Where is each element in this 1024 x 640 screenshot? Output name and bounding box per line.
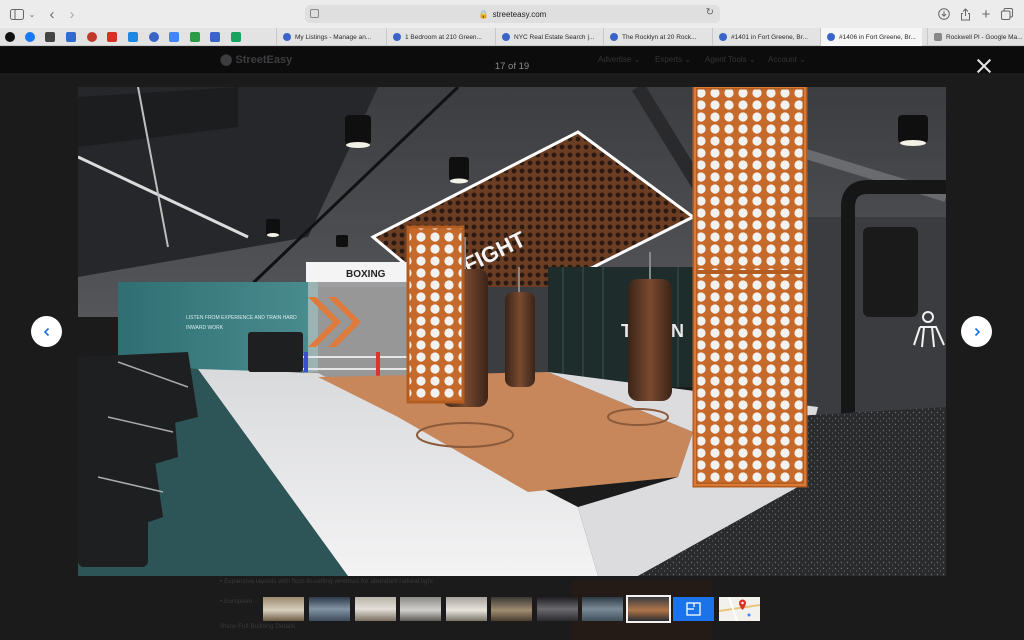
address-bar[interactable]: 🔒 streeteasy.com ↻ (305, 5, 720, 23)
boxing-sign: BOXING (346, 269, 386, 280)
pinned-tab-favicon[interactable] (87, 32, 97, 42)
lock-icon: 🔒 (478, 9, 489, 19)
tab-label: My Listings - Manage an... (295, 33, 372, 41)
tab-label: Rockwell Pl - Google Ma... (946, 33, 1023, 41)
tab-favicon (610, 33, 618, 41)
chevron-right-icon (974, 327, 980, 336)
tab-my-listings[interactable]: My Listings - Manage an... (276, 28, 376, 46)
new-tab-icon[interactable]: + (980, 6, 992, 23)
thumbnail-8[interactable] (582, 597, 623, 621)
nav-label: Account (768, 55, 797, 64)
tab-label: #1401 in Fort Greene, Br... (731, 33, 808, 41)
tab-google-maps[interactable]: Rockwell Pl - Google Ma... (927, 28, 1024, 46)
pinned-tab-favicon[interactable] (128, 32, 138, 42)
pinned-tab-favicon[interactable] (25, 32, 35, 42)
background-link: Show Full Building Details (220, 623, 296, 630)
nav-label: Agent Tools (705, 55, 747, 64)
map-pin-icon (719, 597, 760, 621)
thumbnail-4[interactable] (400, 597, 441, 621)
thumbnail-9-selected[interactable] (626, 595, 671, 623)
tab-overview-icon[interactable] (1001, 6, 1013, 22)
pinned-tab-favicon[interactable] (66, 32, 76, 42)
tab-label: #1406 in Fort Greene, Br... (839, 33, 916, 41)
pinned-tab-favicon[interactable] (190, 32, 200, 42)
tab-label: NYC Real Estate Search |... (514, 33, 595, 41)
sidebar-toggle-icon[interactable] (10, 6, 24, 22)
tab-favicon (283, 33, 291, 41)
chevron-left-icon (43, 327, 49, 336)
nav-experts: Experts ⌄ (655, 55, 692, 64)
tab-strip: My Listings - Manage an... 1 Bedroom at … (0, 28, 1024, 46)
thumbnail-floorplan[interactable] (673, 597, 714, 621)
pinned-tab-favicon[interactable] (231, 32, 241, 42)
next-photo-button[interactable] (961, 316, 992, 347)
floorplan-icon (686, 602, 701, 616)
site-logo-text: StreetEasy (235, 54, 293, 66)
browser-toolbar: ⌄ ‹ › 🔒 streeteasy.com ↻ + (0, 0, 1024, 28)
nav-advertise: Advertise ⌄ (598, 55, 641, 64)
pinned-tab-favicon[interactable] (5, 32, 15, 42)
page-icon (310, 9, 319, 18)
tab-favicon (827, 33, 835, 41)
thumbnail-2[interactable] (309, 597, 350, 621)
photo-counter: 17 of 19 (494, 61, 530, 72)
tab-rocklyn[interactable]: The Rocklyn at 20 Rock... (603, 28, 703, 46)
nav-label: Experts (655, 55, 683, 64)
wall-motto: LISTEN FROM EXPERIENCE AND TRAIN HARD (186, 315, 297, 321)
pinned-tab-favicon[interactable] (107, 32, 117, 42)
gym-photo-illustration: FIGHT LISTEN FROM EXPERIENCE AND TRAIN H… (78, 87, 946, 576)
tab-1401[interactable]: #1401 in Fort Greene, Br... (712, 28, 812, 46)
pinned-tab-favicon[interactable] (169, 32, 179, 42)
tab-1-bedroom[interactable]: 1 Bedroom at 210 Green... (386, 28, 486, 46)
tab-favicon (393, 33, 401, 41)
background-feature-line-2: • European (220, 598, 253, 605)
chevron-down-icon[interactable]: ⌄ (28, 6, 36, 22)
nav-agent-tools: Agent Tools ⌄ (705, 55, 756, 64)
thumbnail-6[interactable] (491, 597, 532, 621)
site-logo: ⬤ StreetEasy (220, 54, 293, 66)
previous-photo-button[interactable] (31, 316, 62, 347)
pinned-tab-favicon[interactable] (149, 32, 159, 42)
nav-account: Account ⌄ (768, 55, 806, 64)
background-feature-line: • Expansive layouts with floor-to-ceilin… (220, 578, 433, 585)
pinned-tab-favicon[interactable] (210, 32, 220, 42)
wall-motto-2: INWARD WORK (186, 325, 224, 331)
tab-1406-active[interactable]: #1406 in Fort Greene, Br... (820, 28, 922, 46)
tab-favicon (502, 33, 510, 41)
thumbnail-7[interactable] (537, 597, 578, 621)
tab-label: 1 Bedroom at 210 Green... (405, 33, 482, 41)
reload-icon[interactable]: ↻ (706, 7, 714, 18)
tab-nyc-search[interactable]: NYC Real Estate Search |... (495, 28, 595, 46)
forward-icon[interactable]: › (67, 6, 77, 23)
tab-label: The Rocklyn at 20 Rock... (622, 33, 697, 41)
tab-favicon (934, 33, 942, 41)
share-icon[interactable] (959, 6, 971, 22)
download-icon[interactable] (938, 6, 950, 22)
pinned-tab-favicon[interactable] (45, 32, 55, 42)
thumbnail-1[interactable] (263, 597, 304, 621)
tab-favicon (719, 33, 727, 41)
url-text: streeteasy.com (492, 9, 547, 19)
back-icon[interactable]: ‹ (47, 6, 57, 23)
nav-label: Advertise (598, 55, 632, 64)
thumbnail-5[interactable] (446, 597, 487, 621)
thumbnail-3[interactable] (355, 597, 396, 621)
close-button[interactable] (976, 58, 992, 74)
gallery-photo: FIGHT LISTEN FROM EXPERIENCE AND TRAIN H… (78, 87, 946, 576)
thumbnail-map[interactable] (719, 597, 760, 621)
